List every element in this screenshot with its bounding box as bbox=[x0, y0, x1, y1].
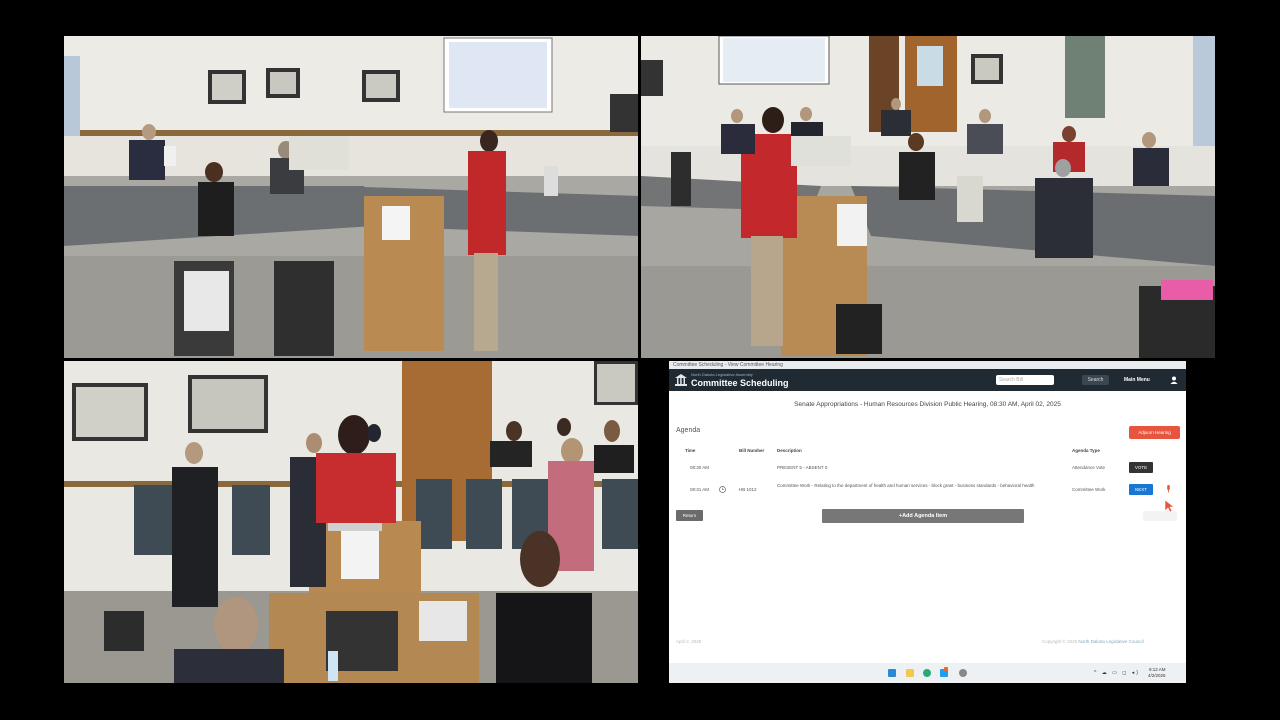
search-button[interactable]: Search bbox=[1082, 375, 1109, 385]
camera-feed-room-right bbox=[641, 36, 1215, 358]
footer-copyright: Copyright © 2025 North Dakota Legislativ… bbox=[1042, 639, 1144, 644]
hearing-title: Senate Appropriations - Human Resources … bbox=[794, 401, 1061, 408]
capitol-logo-icon bbox=[675, 374, 687, 386]
window-title: Committee Scheduling - View Committee He… bbox=[669, 361, 1186, 369]
taskbar-clock[interactable]: 9:12 AM 4/2/2025 bbox=[1148, 667, 1166, 679]
camera-feed-room-left bbox=[64, 36, 638, 358]
search-input[interactable]: Search Bill bbox=[996, 375, 1054, 385]
app-header: North Dakota Legislative Assembly Commit… bbox=[669, 369, 1186, 391]
return-button[interactable]: Return bbox=[676, 510, 703, 521]
agenda-row-type: Attendance Vote bbox=[1072, 465, 1106, 470]
adjourn-hearing-button[interactable]: Adjourn Hearing bbox=[1129, 426, 1180, 439]
footer-date: April 2, 2025 bbox=[676, 639, 702, 644]
agenda-row-time: 08:31 AM bbox=[690, 487, 710, 492]
clock-icon[interactable] bbox=[719, 486, 726, 493]
agenda-row-description: PRESENT 5 - ABSENT 0 bbox=[777, 465, 828, 470]
add-agenda-item-button[interactable]: +Add Agenda Item bbox=[822, 509, 1024, 523]
next-button[interactable]: NEXT bbox=[1129, 484, 1153, 495]
microphone-icon[interactable] bbox=[1166, 485, 1171, 493]
column-header-time: Time bbox=[685, 448, 696, 453]
system-tray[interactable]: ^ ☁ ▭ ◻ ◂) bbox=[1094, 670, 1140, 676]
column-header-bill-number: Bill Number bbox=[739, 448, 765, 453]
screen-share-committee-scheduling: Committee Scheduling - View Committee He… bbox=[669, 361, 1186, 683]
taskbar-date: 4/2/2025 bbox=[1148, 673, 1166, 678]
app-title: Committee Scheduling bbox=[691, 378, 789, 388]
user-icon[interactable] bbox=[1170, 376, 1178, 384]
start-icon[interactable] bbox=[888, 669, 896, 677]
column-header-agenda-type: Agenda Type bbox=[1072, 448, 1100, 453]
copyright-link[interactable]: North Dakota Legislative Council bbox=[1078, 639, 1143, 644]
agenda-row-type: Committee Work bbox=[1072, 487, 1106, 492]
camera-feed-witness bbox=[64, 361, 638, 683]
agenda-row-description: Committee Work - Relating to the departm… bbox=[777, 483, 1035, 488]
agenda-row-time: 08:30 AM bbox=[690, 465, 710, 470]
agenda-heading: Agenda bbox=[676, 427, 701, 434]
app-icon[interactable] bbox=[959, 669, 967, 677]
edge-icon[interactable] bbox=[923, 669, 931, 677]
notification-badge-icon bbox=[944, 667, 948, 671]
file-explorer-icon[interactable] bbox=[906, 669, 914, 677]
agenda-row-bill[interactable]: HB 1012 bbox=[739, 487, 757, 493]
main-menu-link[interactable]: Main Menu bbox=[1124, 377, 1150, 383]
vote-button[interactable]: VOTE bbox=[1129, 462, 1153, 473]
copyright-prefix: Copyright © 2025 bbox=[1042, 639, 1078, 644]
column-header-description: Description bbox=[777, 448, 802, 453]
mouse-cursor-icon bbox=[1164, 499, 1174, 513]
state-label: North Dakota Legislative Assembly bbox=[691, 372, 753, 377]
windows-taskbar: ^ ☁ ▭ ◻ ◂) 9:12 AM 4/2/2025 bbox=[669, 663, 1186, 683]
